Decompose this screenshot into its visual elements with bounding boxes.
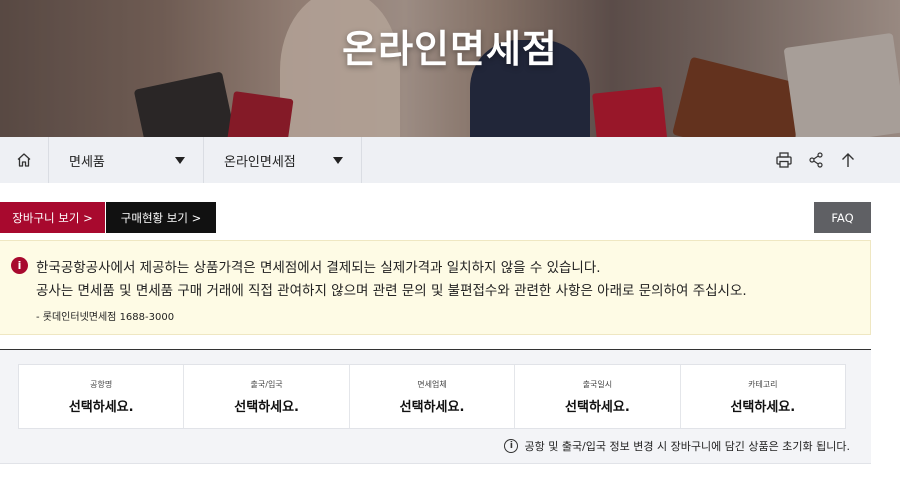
share-icon (809, 152, 823, 168)
filter-value: 선택하세요. (399, 399, 465, 415)
notice-contact: - 롯데인터넷면세점 1688-3000 (36, 312, 175, 323)
notice-line-2: 공사는 면세품 및 면세품 구매 거래에 직접 관여하지 않으며 관련 문의 및… (36, 283, 747, 299)
filter-duty-free-shop[interactable]: 면세업체 선택하세요. (350, 365, 516, 428)
action-buttons: 장바구니 보기 > 구매현황 보기 > FAQ (0, 202, 900, 233)
location-nav: 면세품 온라인면세점 (0, 137, 900, 183)
page-title: 온라인면세점 (342, 27, 558, 71)
filter-selector: 공항명 선택하세요. 출국/입국 선택하세요. 면세업체 선택하세요. 출국일시… (18, 364, 846, 429)
filter-value: 선택하세요. (730, 399, 796, 415)
filter-label: 카테고리 (748, 379, 778, 389)
subcategory-select-value: 온라인면세점 (224, 154, 296, 170)
home-button[interactable] (0, 137, 49, 183)
view-cart-button[interactable]: 장바구니 보기 > (0, 202, 105, 233)
arrow-up-icon (842, 153, 854, 167)
notice-box: i 한국공항공사에서 제공하는 상품가격은 면세점에서 결제되는 실제가격과 일… (0, 240, 871, 335)
filter-airport[interactable]: 공항명 선택하세요. (19, 365, 185, 428)
filter-departure-datetime[interactable]: 출국일시 선택하세요. (515, 365, 681, 428)
filter-value: 선택하세요. (565, 399, 630, 415)
filter-notice: i 공항 및 출국/입국 정보 변경 시 장바구니에 담긴 상품은 초기화 됩니… (504, 438, 850, 454)
filter-label: 출국일시 (582, 379, 613, 389)
print-icon (776, 152, 792, 168)
print-button[interactable] (774, 150, 794, 170)
filter-value: 선택하세요. (234, 399, 299, 415)
filter-label: 면세업체 (417, 379, 447, 389)
filter-notice-text: 공항 및 출국/입국 정보 변경 시 장바구니에 담긴 상품은 초기화 됩니다. (524, 440, 850, 453)
filter-departure-arrival[interactable]: 출국/입국 선택하세요. (184, 365, 350, 428)
category-select-value: 면세품 (69, 154, 105, 170)
share-button[interactable] (806, 150, 826, 170)
page-tools (774, 150, 900, 170)
filter-label: 공항명 (90, 379, 113, 389)
notice-line-1: 한국공항공사에서 제공하는 상품가격은 면세점에서 결제되는 실제가격과 일치하… (36, 260, 601, 276)
filter-label: 출국/입국 (250, 379, 283, 389)
subcategory-select[interactable]: 온라인면세점 (204, 137, 362, 183)
filter-value: 선택하세요. (68, 399, 134, 415)
info-icon: i (504, 439, 519, 453)
filter-category[interactable]: 카테고리 선택하세요. (681, 365, 845, 428)
hero-banner: 온라인면세점 (0, 0, 900, 137)
caret-down-icon (175, 156, 185, 164)
category-select[interactable]: 면세품 (49, 137, 204, 183)
info-icon: i (11, 257, 28, 274)
scroll-top-button[interactable] (838, 150, 858, 170)
home-icon (17, 153, 31, 167)
faq-button[interactable]: FAQ (814, 202, 871, 233)
purchase-status-button[interactable]: 구매현황 보기 > (106, 202, 216, 233)
caret-down-icon (333, 156, 343, 164)
